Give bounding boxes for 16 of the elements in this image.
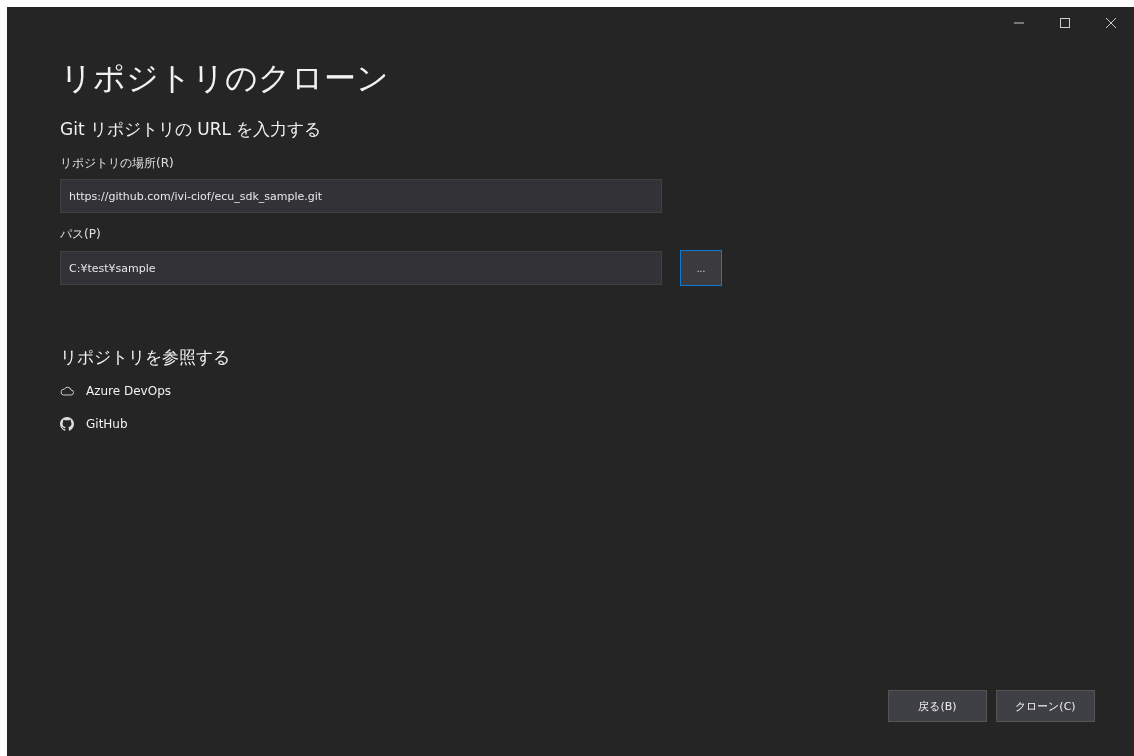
browse-button[interactable]: ... — [680, 250, 722, 286]
github-icon — [60, 417, 74, 431]
dialog-button[interactable]: 戻る(B) — [888, 690, 987, 722]
repository-link[interactable]: Azure DevOps — [86, 384, 172, 398]
text-field[interactable]: C:¥test¥sample — [60, 251, 662, 285]
dialog-button[interactable]: クローン(C) — [996, 690, 1095, 722]
text-field[interactable]: https://github.com/ivi-ciof/ecu_sdk_sample.git — [60, 179, 662, 213]
dialog-title: リポジトリのクローン — [60, 58, 390, 99]
field-label: リポジトリの場所(R) — [60, 155, 175, 172]
cloud-icon — [60, 386, 74, 396]
field-label: パス(P) — [60, 226, 102, 243]
section-heading: Git リポジトリの URL を入力する — [60, 118, 323, 141]
section-heading: リポジトリを参照する — [60, 346, 231, 369]
repository-link[interactable]: GitHub — [86, 417, 128, 431]
close-icon — [1105, 17, 1117, 29]
maximize-icon — [1059, 17, 1071, 29]
